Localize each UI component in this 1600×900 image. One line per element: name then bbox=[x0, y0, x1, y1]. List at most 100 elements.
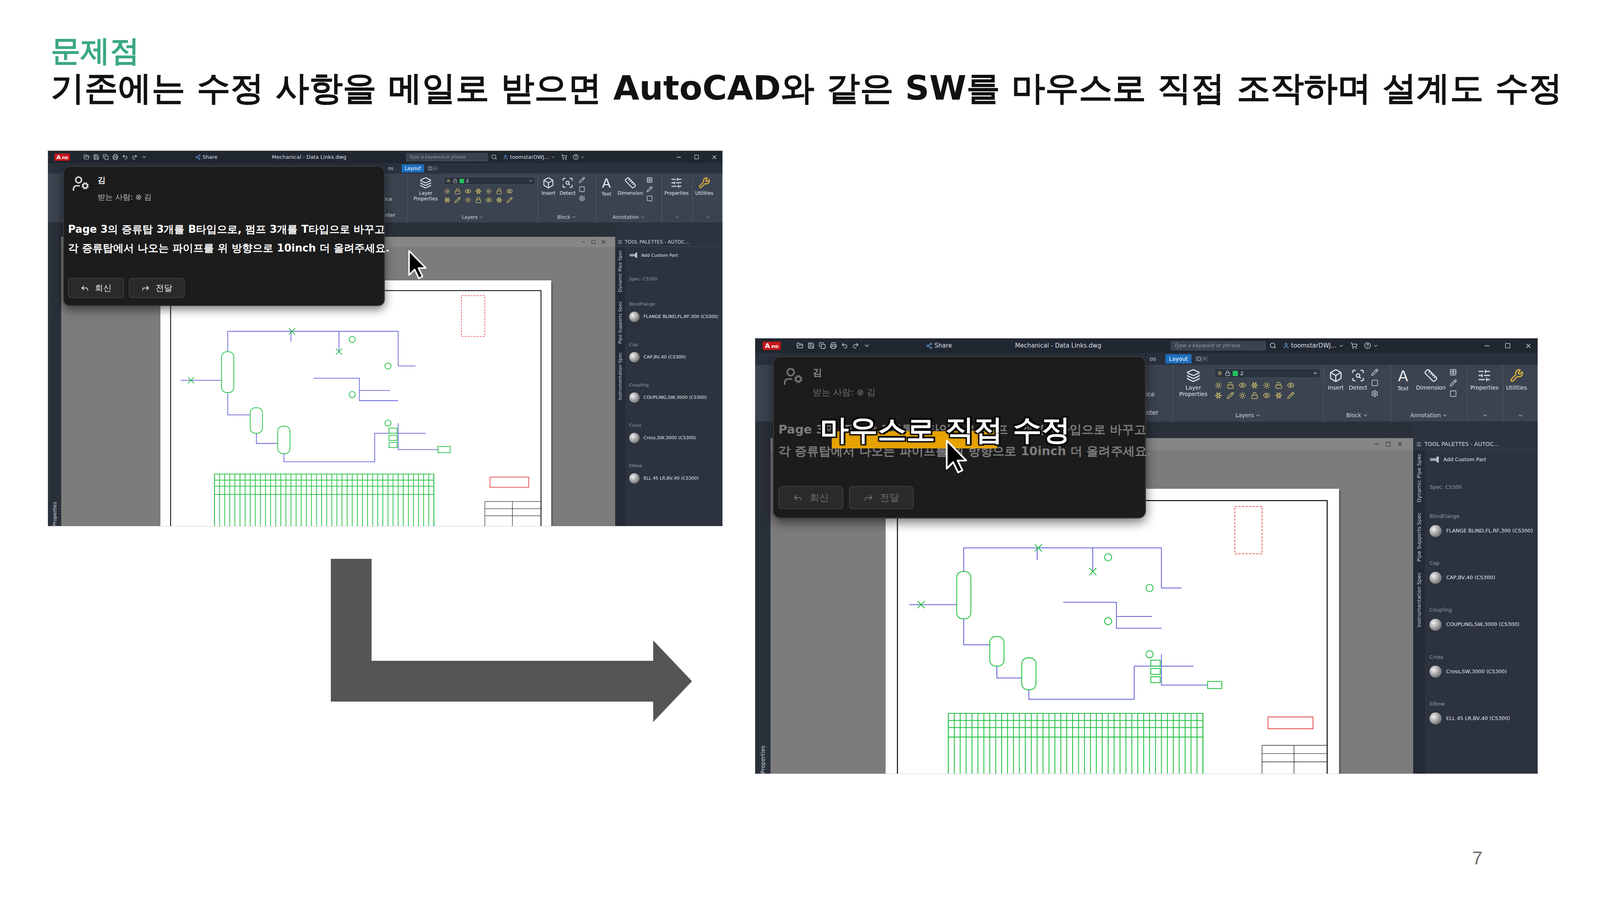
ribbon-panel-title[interactable] bbox=[692, 212, 722, 223]
small-tool-icon[interactable] bbox=[1371, 379, 1379, 387]
close-icon[interactable] bbox=[711, 154, 718, 161]
ribbon-panel-title[interactable] bbox=[1503, 409, 1538, 422]
ribbon-button[interactable]: AText bbox=[598, 176, 615, 197]
layer-tool-icon[interactable] bbox=[1238, 381, 1247, 390]
ribbon-button[interactable]: Layer Properties bbox=[1175, 368, 1211, 398]
ribbon-panel-title[interactable] bbox=[662, 212, 693, 223]
small-tool-icon[interactable] bbox=[1449, 379, 1457, 387]
search-field[interactable]: Type a keyword or phrase bbox=[406, 153, 488, 162]
layer-tool-icon[interactable] bbox=[454, 196, 461, 204]
drawing-close-icon[interactable] bbox=[600, 239, 607, 245]
layer-dropdown[interactable]: 2 bbox=[444, 176, 536, 185]
quick-access-icon[interactable] bbox=[818, 342, 826, 349]
layer-tool-icon[interactable] bbox=[464, 188, 472, 195]
ribbon-panel-title[interactable]: Annotation bbox=[596, 212, 662, 223]
drawing-restore-icon[interactable] bbox=[1385, 441, 1392, 448]
small-tool-icon[interactable] bbox=[646, 186, 653, 193]
add-custom-part[interactable]: Add Custom Part bbox=[1429, 453, 1534, 466]
close-icon[interactable] bbox=[1524, 342, 1533, 350]
layer-tool-icon[interactable] bbox=[475, 188, 482, 195]
add-custom-part[interactable]: Add Custom Part bbox=[629, 250, 720, 261]
part-item[interactable]: Cross,SW,3000 (CS300) bbox=[629, 432, 720, 444]
layer-tool-icon[interactable] bbox=[1274, 381, 1283, 390]
ribbon-button[interactable]: Properties bbox=[1470, 368, 1499, 391]
layer-dropdown[interactable]: 2 bbox=[1214, 368, 1321, 378]
layer-tool-icon[interactable] bbox=[444, 196, 451, 204]
quick-access-icon[interactable] bbox=[102, 154, 109, 160]
quick-access-icon[interactable] bbox=[112, 154, 119, 160]
tool-palette-tab[interactable]: Pipe Supports Spec bbox=[1416, 512, 1422, 562]
layer-tool-icon[interactable] bbox=[1287, 381, 1295, 390]
small-tool-icon[interactable] bbox=[1449, 390, 1457, 398]
tool-palette-tab[interactable]: Pipe Supports Spec bbox=[617, 301, 623, 344]
small-tool-icon[interactable] bbox=[1449, 368, 1457, 376]
part-item[interactable]: CAP,BV,40 (CS300) bbox=[629, 352, 720, 363]
maximize-icon[interactable] bbox=[1504, 342, 1511, 349]
tool-palette-tab[interactable]: Instrumentation Spec bbox=[617, 352, 623, 400]
quick-access-icon[interactable] bbox=[863, 342, 871, 349]
ribbon-button[interactable]: Utilities bbox=[1506, 368, 1527, 391]
ribbon-panel-title[interactable]: Layers bbox=[1172, 409, 1324, 422]
tool-palette-tab[interactable]: Dynamic Pipe Spec bbox=[1416, 453, 1422, 503]
ribbon-button[interactable]: Detect bbox=[1348, 368, 1368, 391]
ribbon-panel-title[interactable]: Block bbox=[1323, 409, 1391, 422]
ribbon-tab[interactable]: Layout bbox=[401, 164, 425, 173]
layer-tool-icon[interactable] bbox=[1226, 381, 1235, 390]
palette-menu-icon[interactable] bbox=[1416, 441, 1422, 448]
small-tool-icon[interactable] bbox=[578, 195, 586, 202]
ribbon-panel-title[interactable]: Block bbox=[538, 212, 596, 223]
ribbon-button[interactable]: Dimension bbox=[617, 176, 644, 196]
layer-tool-icon[interactable] bbox=[1262, 392, 1271, 400]
layer-tool-icon[interactable] bbox=[475, 196, 482, 204]
quick-access-icon[interactable] bbox=[122, 154, 128, 160]
layer-tool-icon[interactable] bbox=[1262, 381, 1271, 390]
properties-strip[interactable]: Properties bbox=[755, 421, 771, 774]
drawing-close-icon[interactable] bbox=[1396, 440, 1403, 448]
small-tool-icon[interactable] bbox=[1371, 390, 1379, 398]
quick-access-icon[interactable] bbox=[841, 342, 848, 349]
palette-menu-icon[interactable] bbox=[617, 239, 623, 245]
help-icon[interactable] bbox=[1364, 342, 1371, 349]
cart-icon[interactable] bbox=[1350, 342, 1358, 349]
layer-tool-icon[interactable] bbox=[1214, 392, 1223, 400]
quick-access-icon[interactable] bbox=[807, 342, 815, 349]
quick-access-icon[interactable] bbox=[796, 342, 804, 349]
tool-palette-tab[interactable]: Dynamic Pipe Spec bbox=[617, 250, 623, 292]
drawing-minimize-icon[interactable] bbox=[1373, 440, 1380, 448]
help-icon[interactable] bbox=[572, 154, 579, 160]
layer-tool-icon[interactable] bbox=[506, 188, 513, 195]
layer-tool-icon[interactable] bbox=[506, 196, 513, 204]
ribbon-button[interactable]: Detect bbox=[559, 176, 576, 196]
mail-action-button[interactable]: 회신 bbox=[778, 486, 844, 510]
layer-tool-icon[interactable] bbox=[485, 188, 492, 195]
app-logo[interactable]: APID bbox=[762, 341, 782, 350]
search-icon[interactable] bbox=[1269, 342, 1276, 349]
part-item[interactable]: FLANGE BLIND,FL,RF,300 (CS300) bbox=[1429, 524, 1534, 537]
search-icon[interactable] bbox=[491, 154, 498, 160]
layer-tool-icon[interactable] bbox=[1250, 392, 1259, 400]
part-item[interactable]: Cross,SW,3000 (CS300) bbox=[1429, 665, 1534, 678]
maximize-icon[interactable] bbox=[694, 154, 700, 160]
quick-access-icon[interactable] bbox=[830, 342, 837, 349]
app-logo[interactable]: APID bbox=[54, 153, 70, 161]
small-tool-icon[interactable] bbox=[1371, 368, 1379, 376]
mail-action-button[interactable]: 전달 bbox=[128, 278, 185, 298]
ribbon-button[interactable]: Utilities bbox=[695, 176, 714, 196]
small-tool-icon[interactable] bbox=[646, 195, 653, 202]
ribbon-tab[interactable]: os bbox=[384, 164, 397, 173]
ribbon-panel-title[interactable]: Annotation bbox=[1390, 409, 1467, 422]
small-tool-icon[interactable] bbox=[646, 176, 653, 184]
layer-tool-icon[interactable] bbox=[485, 196, 492, 204]
part-item[interactable]: FLANGE BLIND,FL,RF,300 (CS300) bbox=[629, 311, 720, 322]
ribbon-button[interactable]: Insert bbox=[1326, 368, 1345, 391]
layer-tool-icon[interactable] bbox=[1238, 392, 1247, 400]
part-item[interactable]: COUPLING,SW,3000 (CS300) bbox=[629, 392, 720, 403]
properties-strip[interactable]: Properties bbox=[48, 222, 62, 526]
part-item[interactable]: ELL 45 LR,BV,40 (CS300) bbox=[629, 473, 720, 484]
ribbon-panel-title[interactable] bbox=[1467, 409, 1503, 422]
search-field[interactable]: Type a keyword or phrase bbox=[1170, 340, 1266, 350]
layer-tool-icon[interactable] bbox=[1250, 381, 1259, 390]
part-item[interactable]: ELL 45 LR,BV,40 (CS300) bbox=[1429, 712, 1534, 725]
layer-tool-icon[interactable] bbox=[496, 196, 503, 204]
quick-access-icon[interactable] bbox=[93, 154, 100, 160]
